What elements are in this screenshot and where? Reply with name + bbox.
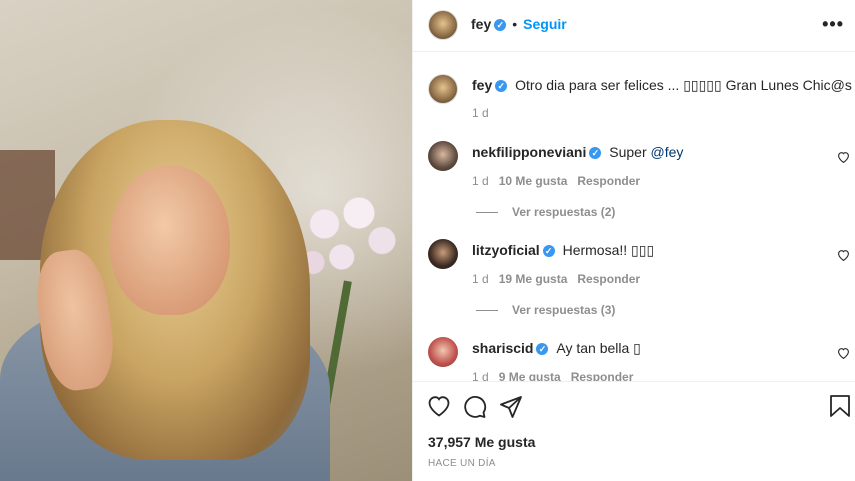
commenter-avatar[interactable] bbox=[428, 141, 458, 171]
replies-divider bbox=[476, 310, 498, 312]
commenter-avatar[interactable] bbox=[428, 337, 458, 367]
post-detail-panel: fey ✓ • Seguir ••• fey ✓ Otro dia para ser f… bbox=[412, 0, 855, 481]
comment-bubble-icon[interactable] bbox=[463, 395, 487, 419]
verified-badge-icon: ✓ bbox=[589, 147, 602, 160]
comment-likes[interactable]: 9 Me gusta bbox=[499, 370, 561, 381]
author-username[interactable]: fey bbox=[471, 16, 491, 32]
post-timestamp: HACE UN DÍA bbox=[428, 458, 496, 469]
commenter-avatar[interactable] bbox=[428, 239, 458, 269]
caption-avatar[interactable] bbox=[428, 74, 458, 104]
comment-time: 1 d bbox=[472, 272, 489, 286]
commenter-username[interactable]: shariscid bbox=[472, 340, 533, 356]
author-line: fey ✓ • Seguir bbox=[471, 16, 567, 32]
comment-like-heart-icon[interactable] bbox=[837, 249, 850, 261]
photo-face bbox=[110, 165, 230, 315]
comment-like-heart-icon[interactable] bbox=[837, 151, 850, 163]
commenter-username[interactable]: nekfilipponeviani bbox=[472, 144, 586, 160]
replies-divider bbox=[476, 212, 498, 214]
more-options-icon[interactable]: ••• bbox=[822, 14, 844, 35]
verified-badge-icon: ✓ bbox=[536, 343, 549, 356]
share-paper-plane-icon[interactable] bbox=[499, 395, 523, 419]
commenter-username[interactable]: litzyoficial bbox=[472, 242, 540, 258]
comment-meta: 1 d 9 Me gusta Responder bbox=[472, 370, 633, 381]
comment-body: Super bbox=[609, 144, 651, 160]
comment-time: 1 d bbox=[472, 174, 489, 188]
view-replies-label: Ver respuestas (2) bbox=[512, 205, 616, 219]
verified-badge-icon: ✓ bbox=[495, 80, 508, 93]
comment-text: litzyoficial ✓ Hermosa!! ▯▯▯ bbox=[472, 242, 654, 259]
comment-mention[interactable]: @fey bbox=[651, 144, 684, 160]
view-replies-label: Ver respuestas (3) bbox=[512, 303, 616, 317]
comment-text: nekfilipponeviani ✓ Super @fey bbox=[472, 144, 683, 160]
comment-meta: 1 d 10 Me gusta Responder bbox=[472, 174, 640, 188]
view-replies-button[interactable]: Ver respuestas (2) bbox=[476, 205, 615, 219]
comment-text: shariscid ✓ Ay tan bella ▯ bbox=[472, 340, 641, 357]
caption-time: 1 d bbox=[472, 106, 489, 120]
follow-button[interactable]: Seguir bbox=[523, 16, 567, 32]
reply-button[interactable]: Responder bbox=[577, 272, 640, 286]
comment-likes[interactable]: 10 Me gusta bbox=[499, 174, 568, 188]
separator-dot: • bbox=[512, 16, 518, 32]
like-heart-icon[interactable] bbox=[427, 395, 451, 417]
comment-time: 1 d bbox=[472, 370, 489, 381]
verified-badge-icon: ✓ bbox=[494, 19, 507, 32]
comment-body: Ay tan bella ▯ bbox=[556, 340, 641, 356]
verified-badge-icon: ✓ bbox=[542, 245, 555, 258]
post-header: fey ✓ • Seguir ••• bbox=[413, 0, 855, 52]
reply-button[interactable]: Responder bbox=[577, 174, 640, 188]
caption-body: Otro dia para ser felices ... ▯▯▯▯▯ Gran… bbox=[515, 77, 855, 93]
reply-button[interactable]: Responder bbox=[571, 370, 634, 381]
caption-username[interactable]: fey bbox=[472, 77, 492, 93]
caption-text: fey ✓ Otro dia para ser felices ... ▯▯▯▯▯… bbox=[472, 77, 855, 94]
author-avatar[interactable] bbox=[428, 10, 458, 40]
comments-list[interactable]: fey ✓ Otro dia para ser felices ... ▯▯▯▯▯… bbox=[413, 53, 855, 381]
likes-count[interactable]: 37,957 Me gusta bbox=[428, 434, 535, 450]
comment-like-heart-icon[interactable] bbox=[837, 347, 850, 359]
comment-likes[interactable]: 19 Me gusta bbox=[499, 272, 568, 286]
post-photo[interactable] bbox=[0, 0, 412, 481]
post-actions: 37,957 Me gusta HACE UN DÍA bbox=[413, 381, 855, 481]
save-bookmark-icon[interactable] bbox=[829, 394, 851, 418]
view-replies-button[interactable]: Ver respuestas (3) bbox=[476, 303, 615, 317]
comment-meta: 1 d 19 Me gusta Responder bbox=[472, 272, 640, 286]
comment-body: Hermosa!! ▯▯▯ bbox=[562, 242, 655, 258]
